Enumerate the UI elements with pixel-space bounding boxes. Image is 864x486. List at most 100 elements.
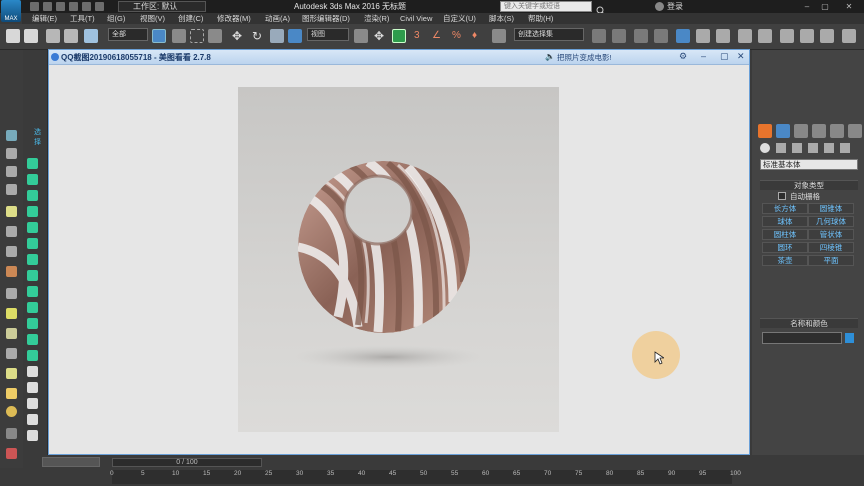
tool-icon-15[interactable]: [6, 406, 17, 417]
menu-graph-editors[interactable]: 图形编辑器(D): [302, 13, 350, 24]
close-button[interactable]: ✕: [842, 1, 856, 12]
menu-edit[interactable]: 编辑(E): [32, 13, 57, 24]
project-folder-icon[interactable]: [95, 2, 104, 11]
cylinder-button[interactable]: 圆柱体: [762, 229, 808, 240]
geometry-category-icon[interactable]: [760, 143, 770, 153]
explorer-icon-8[interactable]: [27, 270, 38, 281]
bind-space-warp-icon[interactable]: [84, 29, 98, 43]
speaker-icon[interactable]: 🔈: [545, 52, 555, 61]
track-bar-scroll[interactable]: [42, 457, 100, 467]
helpers-category-icon[interactable]: [824, 143, 834, 153]
explorer-icon-15[interactable]: [27, 382, 38, 393]
geosphere-button[interactable]: 几何球体: [808, 216, 854, 227]
search-icon[interactable]: [596, 2, 606, 16]
login-link[interactable]: 登录: [667, 1, 683, 12]
tool-icon-12[interactable]: [6, 348, 17, 359]
space-warps-category-icon[interactable]: [840, 143, 850, 153]
tool-icon-8[interactable]: [6, 266, 17, 277]
cone-button[interactable]: 圆锥体: [808, 203, 854, 214]
pyramid-button[interactable]: 四棱锥: [808, 242, 854, 253]
utilities-tab-icon[interactable]: [848, 124, 862, 138]
max-logo-icon[interactable]: MAX: [1, 0, 21, 22]
viewer-minimize-button[interactable]: –: [701, 51, 706, 61]
schematic-view-icon[interactable]: [696, 29, 710, 43]
menu-tools[interactable]: 工具(T): [70, 13, 95, 24]
tool-icon-11[interactable]: [6, 328, 17, 339]
shapes-category-icon[interactable]: [776, 143, 786, 153]
explorer-icon-14[interactable]: [27, 366, 38, 377]
render-production-icon[interactable]: [780, 29, 794, 43]
curve-editor-icon[interactable]: [676, 29, 690, 43]
user-icon[interactable]: [655, 2, 664, 11]
placement-icon[interactable]: [288, 29, 302, 43]
graphite-ribbon-icon[interactable]: [654, 29, 668, 43]
teapot-button[interactable]: 茶壶: [762, 255, 808, 266]
viewer-maximize-button[interactable]: ▢: [720, 51, 729, 62]
tool-icon-1[interactable]: [6, 130, 17, 141]
spinner-snap-icon[interactable]: ♦: [472, 29, 486, 43]
named-selection-dropdown[interactable]: 创建选择集: [514, 28, 584, 41]
create-tab-icon[interactable]: [758, 124, 772, 138]
explorer-icon-9[interactable]: [27, 286, 38, 297]
motion-tab-icon[interactable]: [812, 124, 826, 138]
link-icon[interactable]: [46, 29, 60, 43]
box-button[interactable]: 长方体: [762, 203, 808, 214]
menu-animation[interactable]: 动画(A): [265, 13, 290, 24]
viewer-close-button[interactable]: ✕: [737, 51, 745, 62]
object-type-header[interactable]: 对象类型: [760, 180, 858, 190]
explorer-icon-5[interactable]: [27, 222, 38, 233]
autogrid-checkbox[interactable]: [778, 192, 786, 200]
new-file-icon[interactable]: [30, 2, 39, 11]
window-crossing-icon[interactable]: [208, 29, 222, 43]
selection-filter-dropdown[interactable]: 全部: [108, 28, 148, 41]
object-color-swatch[interactable]: [845, 333, 854, 343]
make-movie-link[interactable]: 把照片变成电影!: [557, 52, 612, 63]
explorer-icon-6[interactable]: [27, 238, 38, 249]
select-object-icon[interactable]: [152, 29, 166, 43]
explorer-icon-11[interactable]: [27, 318, 38, 329]
tool-icon-3[interactable]: [6, 166, 17, 177]
align-icon[interactable]: [612, 29, 626, 43]
menu-customize[interactable]: 自定义(U): [443, 13, 476, 24]
pivot-center-icon[interactable]: [354, 29, 368, 43]
tool-icon-17[interactable]: [6, 448, 17, 459]
tool-icon-10[interactable]: [6, 308, 17, 319]
menu-civil-view[interactable]: Civil View: [400, 13, 432, 24]
menu-group[interactable]: 组(G): [107, 13, 125, 24]
select-by-name-icon[interactable]: [172, 29, 186, 43]
explorer-icon-18[interactable]: [27, 430, 38, 441]
scale-icon[interactable]: [270, 29, 284, 43]
plane-button[interactable]: 平面: [808, 255, 854, 266]
render-setup-icon[interactable]: [738, 29, 752, 43]
lights-category-icon[interactable]: [792, 143, 802, 153]
material-editor-icon[interactable]: [716, 29, 730, 43]
menu-rendering[interactable]: 渲染(R): [364, 13, 389, 24]
viewer-settings-icon[interactable]: ⚙: [679, 51, 687, 62]
layer-manager-icon[interactable]: [634, 29, 648, 43]
torus-button[interactable]: 圆环: [762, 242, 808, 253]
tool-icon-5[interactable]: [6, 206, 17, 217]
explorer-icon-10[interactable]: [27, 302, 38, 313]
tool-icon-14[interactable]: [6, 388, 17, 399]
explorer-icon-1[interactable]: [27, 158, 38, 169]
menu-modifiers[interactable]: 修改器(M): [217, 13, 251, 24]
reference-coordinate-dropdown[interactable]: 视图: [307, 28, 349, 41]
tool-icon-16[interactable]: [6, 428, 17, 439]
menu-help[interactable]: 帮助(H): [528, 13, 553, 24]
display-tab-icon[interactable]: [830, 124, 844, 138]
menu-create[interactable]: 创建(C): [178, 13, 203, 24]
menu-scripting[interactable]: 脚本(S): [489, 13, 514, 24]
explorer-icon-3[interactable]: [27, 190, 38, 201]
tool-icon-9[interactable]: [6, 288, 17, 299]
name-and-color-header[interactable]: 名称和颜色: [760, 318, 858, 328]
sphere-button[interactable]: 球体: [762, 216, 808, 227]
redo-icon[interactable]: [24, 29, 38, 43]
save-icon[interactable]: [56, 2, 65, 11]
cameras-category-icon[interactable]: [808, 143, 818, 153]
rendered-frame-window-icon[interactable]: [758, 29, 772, 43]
move-icon[interactable]: ✥: [230, 29, 244, 43]
explorer-icon-7[interactable]: [27, 254, 38, 265]
modify-tab-icon[interactable]: [776, 124, 790, 138]
redo-icon[interactable]: [82, 2, 91, 11]
tool-icon-13[interactable]: [6, 368, 17, 379]
